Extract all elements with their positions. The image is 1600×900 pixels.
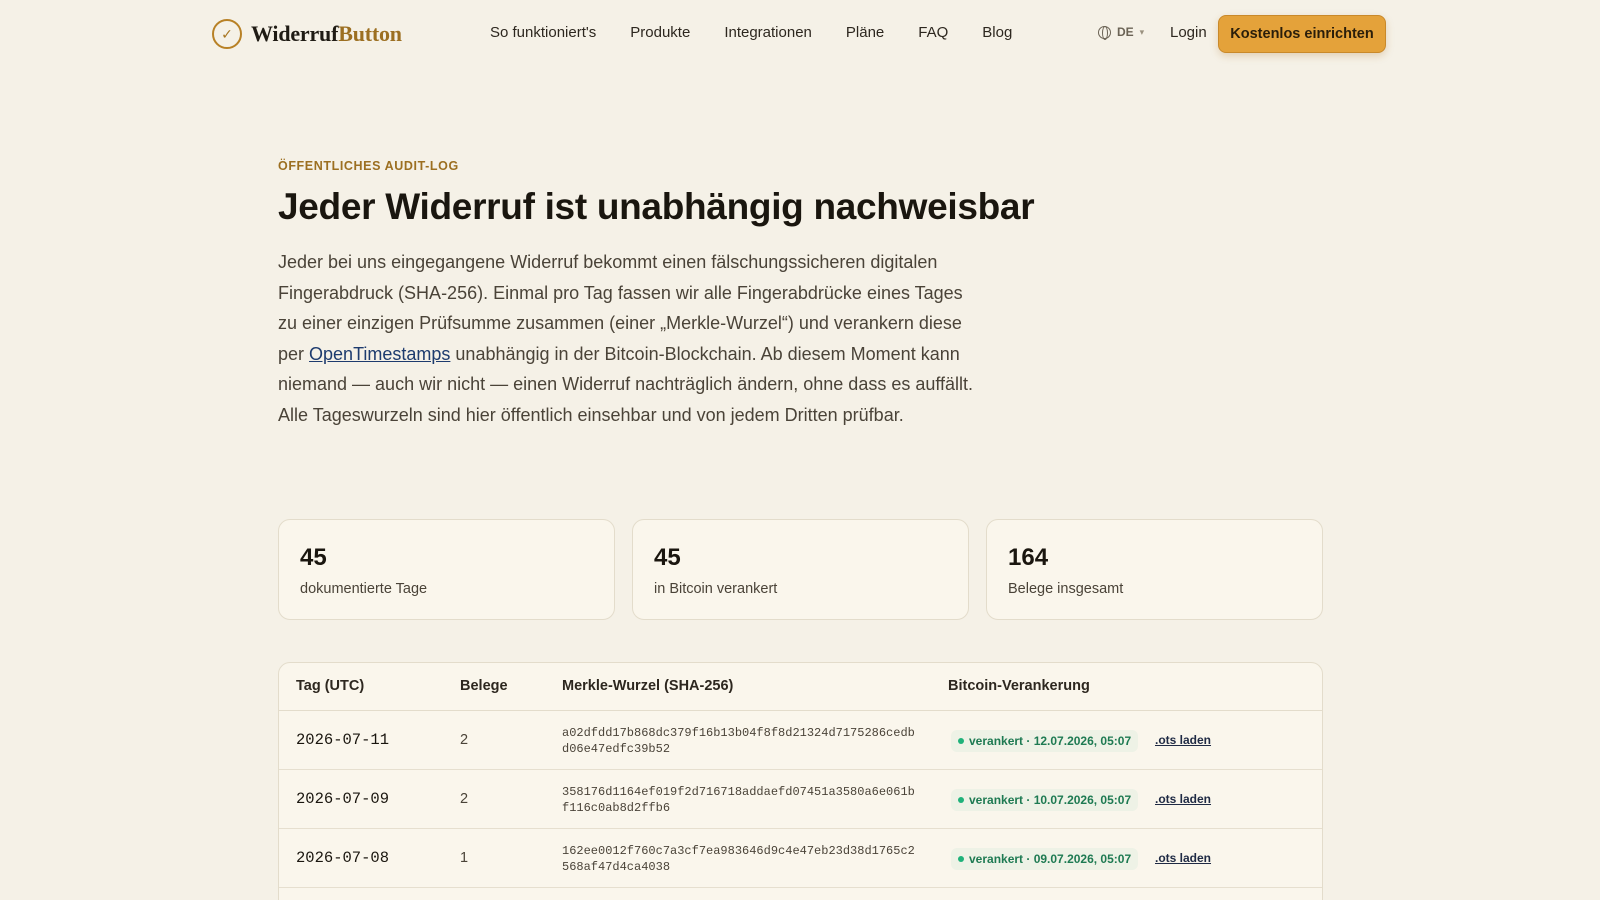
download-ots-link[interactable]: .ots laden <box>1155 792 1211 806</box>
page-title: Jeder Widerruf ist unabhängig nachweisba… <box>278 186 1035 227</box>
row-merkle-root: a02dfdd17b868dc379f16b13b04f8f8d21324d71… <box>562 726 915 756</box>
nav-item-plans[interactable]: Pläne <box>846 24 884 41</box>
logo-wordmark: WiderrufButton <box>251 21 402 47</box>
table-row: 2026-07-09 2 358176d1164ef019f2d716718ad… <box>279 770 1322 829</box>
row-merkle-root: 358176d1164ef019f2d716718addaefd07451a35… <box>562 785 915 815</box>
anchored-status-badge: verankert · 10.07.2026, 05:07 <box>951 789 1139 811</box>
nav-item-integrations[interactable]: Integrationen <box>724 24 812 41</box>
column-header-day: Tag (UTC) <box>296 678 365 694</box>
column-header-bitcoin-anchor: Bitcoin-Verankerung <box>948 678 1090 694</box>
chevron-down-icon: ▾ <box>1139 26 1145 37</box>
download-ots-link[interactable]: .ots laden <box>1155 851 1211 865</box>
row-receipt-count: 1 <box>460 850 469 866</box>
row-receipt-count: 2 <box>460 791 469 807</box>
row-day: 2026-07-11 <box>296 731 390 749</box>
main-nav: So funktioniert's Produkte Integrationen… <box>490 24 1012 41</box>
audit-log-table: Tag (UTC) Belege Merkle-Wurzel (SHA-256)… <box>278 662 1323 900</box>
stat-card-receipts: 164 Belege insgesamt <box>986 519 1323 620</box>
nav-item-how-it-works[interactable]: So funktioniert's <box>490 24 596 41</box>
anchored-status-badge: verankert · 09.07.2026, 05:07 <box>951 848 1139 870</box>
table-row: 2026-07-08 1 162ee0012f760c7a3cf7ea98364… <box>279 829 1322 888</box>
column-header-receipts: Belege <box>460 678 508 694</box>
language-code: DE <box>1117 25 1134 39</box>
stat-value: 164 <box>1008 544 1049 571</box>
table-row: 2026-07-11 2 a02dfdd17b868dc379f16b13b04… <box>279 711 1322 770</box>
stat-label: Belege insgesamt <box>1008 581 1124 597</box>
site-header: ✓ WiderrufButton So funktioniert's Produ… <box>0 0 1600 68</box>
stat-label: in Bitcoin verankert <box>654 581 778 597</box>
row-day: 2026-07-09 <box>296 790 390 808</box>
logo-text-part1: Widerruf <box>251 21 339 46</box>
stat-value: 45 <box>300 544 327 571</box>
intro-paragraph: Jeder bei uns eingegangene Widerruf beko… <box>278 247 978 430</box>
table-header: Tag (UTC) Belege Merkle-Wurzel (SHA-256)… <box>279 663 1322 711</box>
anchored-status-badge: verankert · 12.07.2026, 05:07 <box>951 730 1139 752</box>
language-selector[interactable]: DE ▾ <box>1098 25 1145 40</box>
stat-label: dokumentierte Tage <box>300 581 428 597</box>
stat-card-days: 45 dokumentierte Tage <box>278 519 615 620</box>
row-receipt-count: 2 <box>460 732 469 748</box>
globe-icon <box>1098 25 1111 40</box>
logo-text-part2: Button <box>338 21 402 46</box>
nav-item-blog[interactable]: Blog <box>982 24 1012 41</box>
nav-item-faq[interactable]: FAQ <box>918 24 948 41</box>
row-merkle-root: 162ee0012f760c7a3cf7ea983646d9c4e47eb23d… <box>562 844 915 874</box>
logo[interactable]: ✓ WiderrufButton <box>212 19 402 49</box>
stat-value: 45 <box>654 544 681 571</box>
signup-button[interactable]: Kostenlos einrichten <box>1218 15 1386 53</box>
download-ots-link[interactable]: .ots laden <box>1155 733 1211 747</box>
login-link[interactable]: Login <box>1170 24 1207 41</box>
section-eyebrow: ÖFFENTLICHES AUDIT-LOG <box>278 159 459 173</box>
nav-item-products[interactable]: Produkte <box>630 24 690 41</box>
opentimestamps-link[interactable]: OpenTimestamps <box>309 344 450 364</box>
checkmark-circle-icon: ✓ <box>212 19 242 49</box>
row-day: 2026-07-08 <box>296 849 390 867</box>
column-header-merkle-root: Merkle-Wurzel (SHA-256) <box>562 678 734 694</box>
stat-card-anchored: 45 in Bitcoin verankert <box>632 519 969 620</box>
